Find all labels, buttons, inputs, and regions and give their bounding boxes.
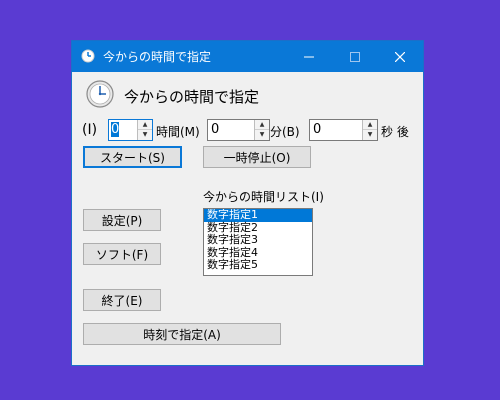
spin-up-icon[interactable]: ▲ [363, 120, 377, 130]
time-list-label: 今からの時間リスト(I) [203, 190, 324, 204]
clock-icon [81, 49, 95, 63]
spin-up-icon[interactable]: ▲ [255, 120, 269, 130]
clock-icon-large [86, 80, 114, 108]
spin-down-icon[interactable]: ▼ [255, 130, 269, 140]
seconds-spin-buttons[interactable]: ▲ ▼ [362, 120, 377, 140]
list-item[interactable]: 数字指定3 [204, 233, 312, 247]
close-icon [395, 51, 405, 62]
minutes-value: 0 [211, 122, 220, 137]
spin-down-icon[interactable]: ▼ [363, 130, 377, 140]
spin-down-icon[interactable]: ▼ [138, 130, 152, 140]
minimize-icon [304, 56, 314, 57]
minutes-spin-buttons[interactable]: ▲ ▼ [254, 120, 269, 140]
start-button[interactable]: スタート(S) [83, 146, 182, 168]
close-button[interactable] [377, 41, 423, 72]
list-item[interactable]: 数字指定1 [204, 209, 312, 222]
seconds-spinner[interactable]: 0 ▲ ▼ [309, 119, 378, 141]
hours-label: 時間(M) [156, 125, 200, 139]
pause-button[interactable]: 一時停止(O) [203, 146, 311, 168]
minutes-spinner[interactable]: 0 ▲ ▼ [207, 119, 270, 141]
window-title: 今からの時間で指定 [103, 50, 212, 64]
maximize-icon [350, 51, 360, 62]
hours-spinner[interactable]: 0 ▲ ▼ [108, 119, 153, 141]
spin-up-icon[interactable]: ▲ [138, 120, 152, 130]
hours-spin-buttons[interactable]: ▲ ▼ [137, 120, 152, 140]
minimize-button[interactable] [286, 41, 332, 72]
minutes-label: 分(B) [270, 125, 300, 139]
specify-time-button[interactable]: 時刻で指定(A) [83, 323, 281, 345]
time-prefix-label: (I) [82, 122, 98, 138]
soft-button[interactable]: ソフト(F) [83, 243, 161, 265]
title-bar[interactable]: 今からの時間で指定 [72, 41, 423, 72]
hours-value: 0 [111, 122, 120, 137]
settings-button[interactable]: 設定(P) [83, 209, 161, 231]
seconds-value: 0 [313, 122, 322, 137]
exit-button[interactable]: 終了(E) [83, 289, 161, 311]
list-item[interactable]: 数字指定5 [204, 258, 312, 272]
seconds-label: 秒 後 [381, 125, 409, 139]
maximize-button[interactable] [332, 41, 378, 72]
timer-window: 今からの時間で指定 今からの時間で指定 (I) 0 ▲ ▼ 時間(M) 0 ▲ … [71, 40, 424, 366]
time-listbox[interactable]: 数字指定1 数字指定2 数字指定3 数字指定4 数字指定5 [203, 208, 313, 276]
page-title: 今からの時間で指定 [124, 88, 260, 106]
